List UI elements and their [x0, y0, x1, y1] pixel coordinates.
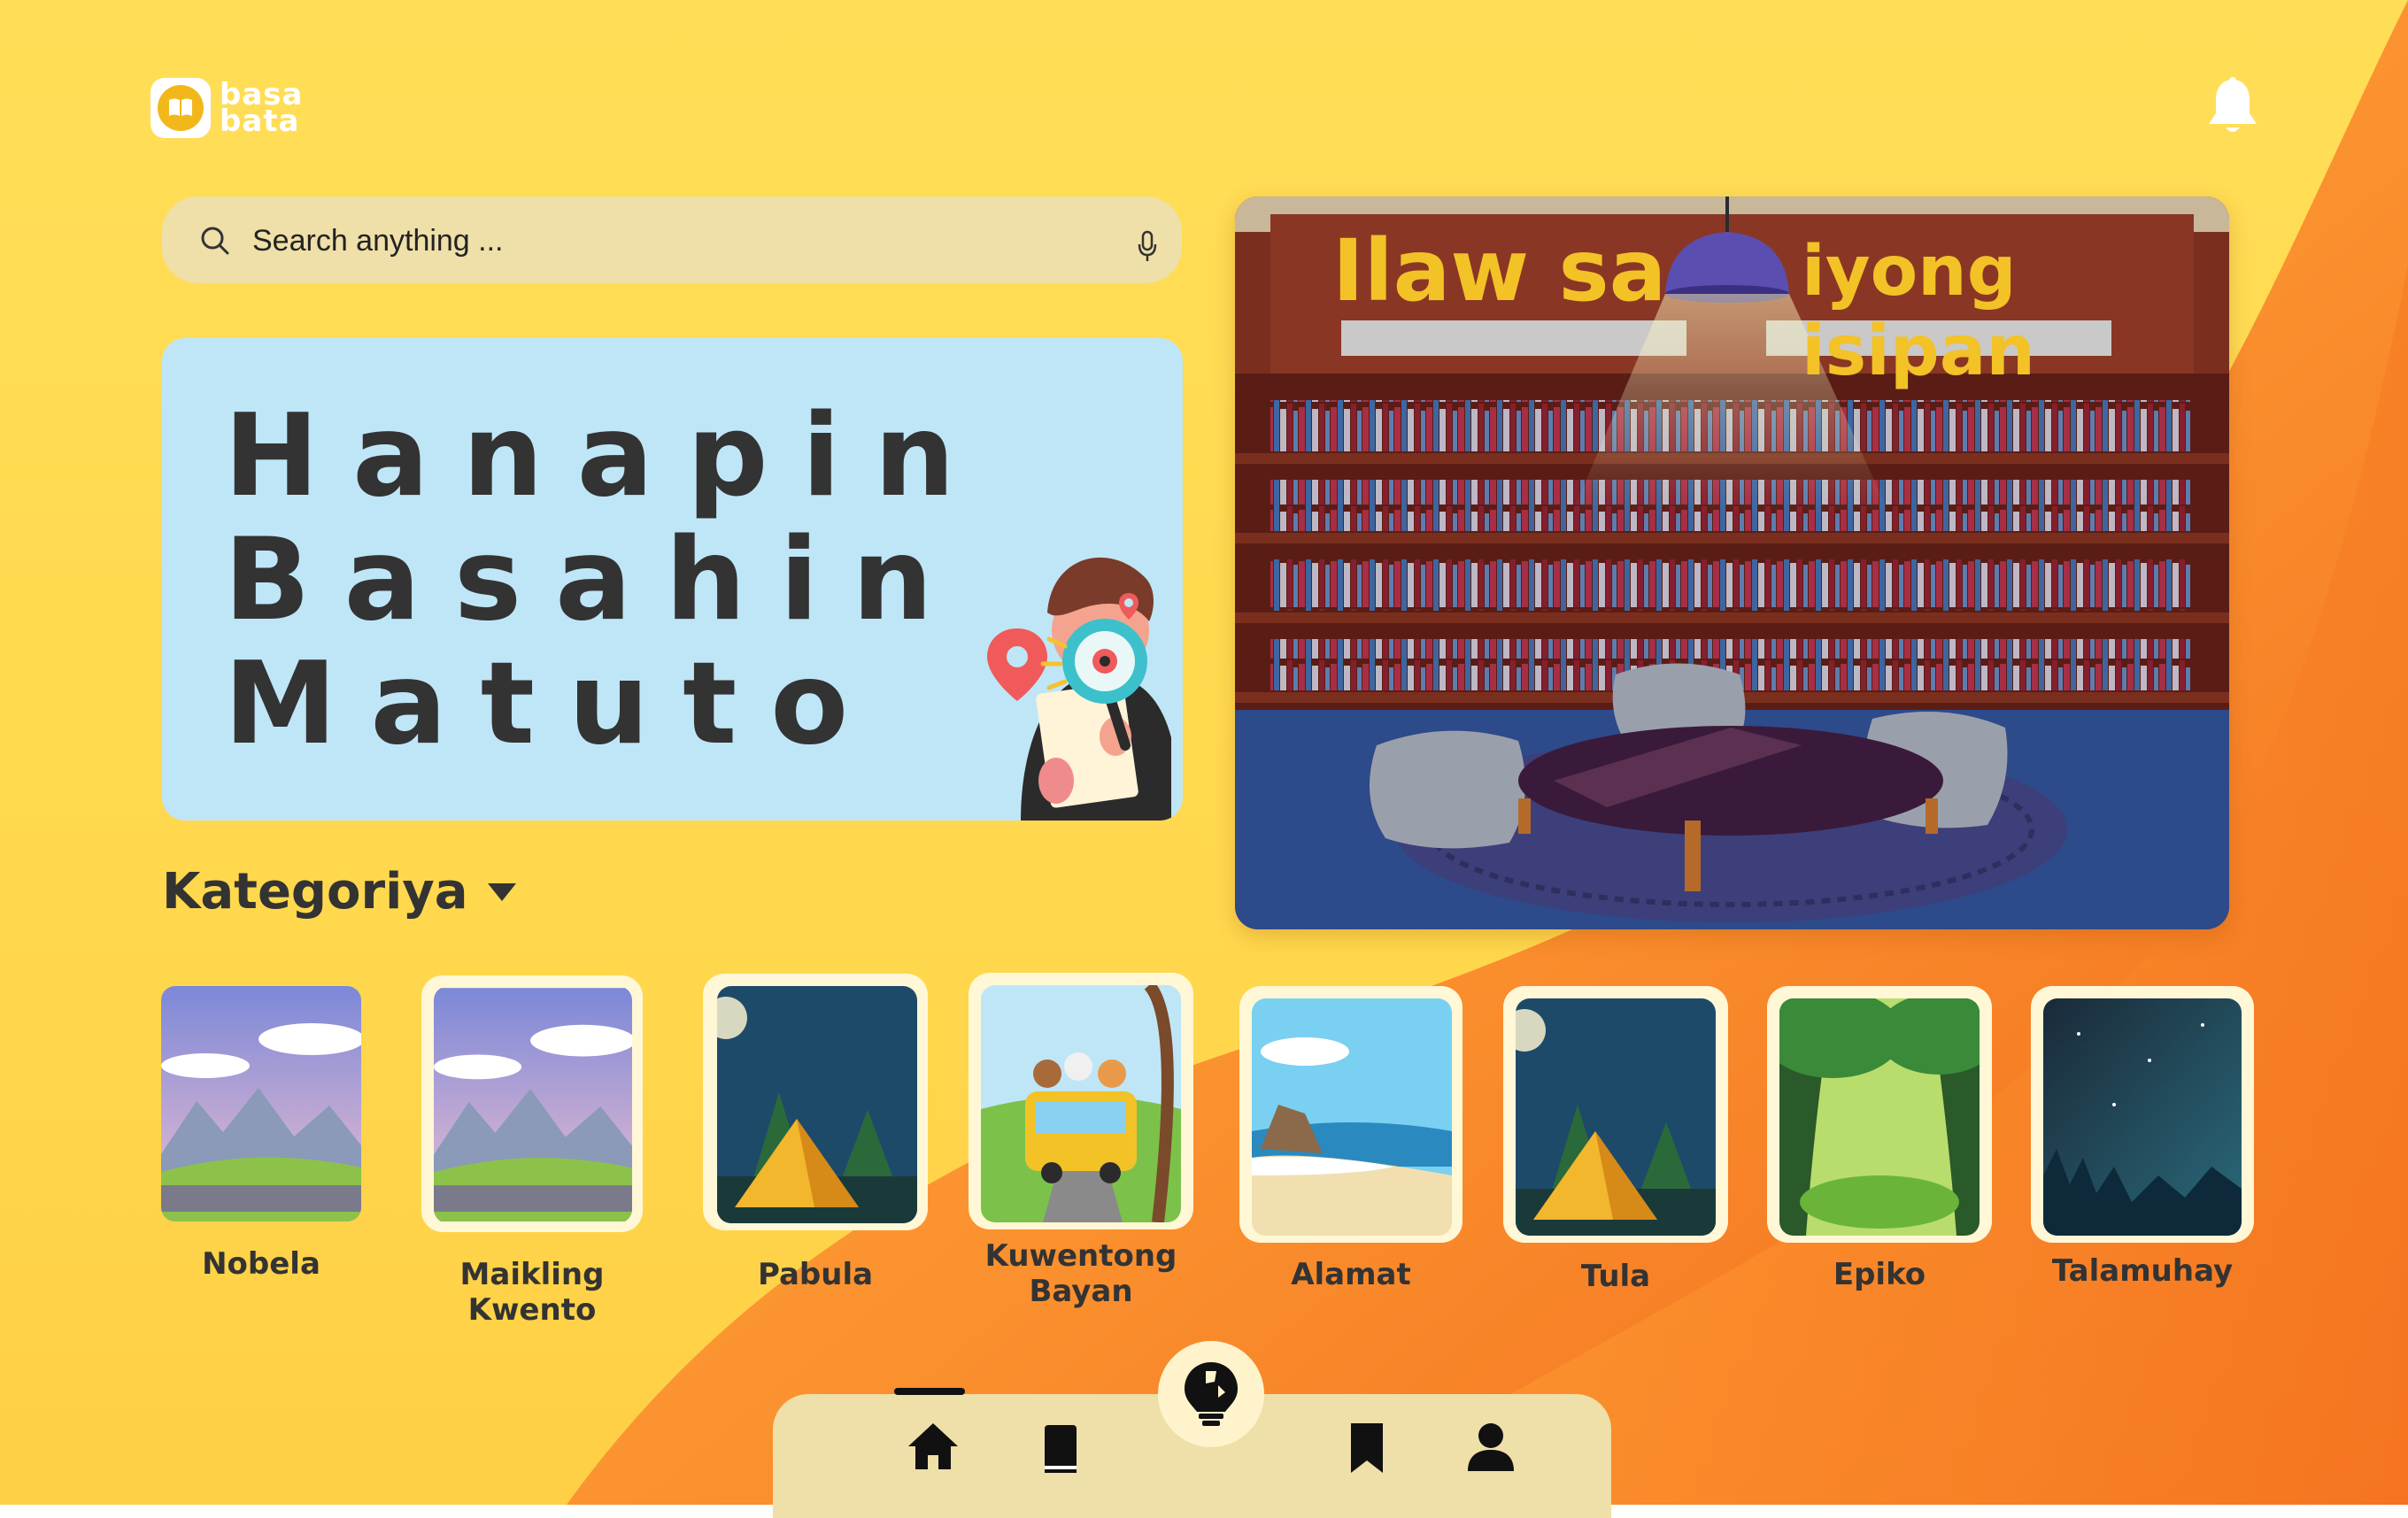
microphone-icon[interactable]: [1135, 228, 1160, 264]
category-dropdown[interactable]: Kategoriya: [162, 863, 518, 921]
reader-with-magnifier-illustration: [987, 557, 1171, 821]
banner-title-right: iyong isipan: [1802, 232, 2035, 391]
category-label: Epiko: [1833, 1257, 1926, 1292]
category-card-nobela[interactable]: Nobela: [161, 986, 361, 1282]
category-card-epiko[interactable]: Epiko: [1767, 986, 1992, 1314]
category-card-maikling-kwento[interactable]: Maikling Kwento: [421, 975, 643, 1328]
small-location-pin-icon: [1119, 593, 1138, 620]
lightbulb-icon: [1185, 1362, 1238, 1426]
camping-scene-thumbnail: [1516, 998, 1716, 1236]
search-bar[interactable]: [162, 196, 1182, 283]
category-card-tula[interactable]: Tula: [1503, 986, 1728, 1314]
animal-bus-scene-thumbnail: [981, 985, 1181, 1222]
category-title: Kategoriya: [162, 863, 468, 921]
search-input[interactable]: [251, 214, 1104, 267]
category-card-pabula[interactable]: Pabula: [703, 974, 928, 1301]
mountain-scene-thumbnail: [434, 986, 632, 1223]
hero-line-3: Matuto: [224, 638, 883, 770]
category-label: Tula: [1580, 1259, 1651, 1294]
caret-down-icon: [487, 882, 516, 901]
category-card-kuwentong-bayan[interactable]: Kuwentong Bayan: [969, 973, 1193, 1318]
banner-title-left: Ilaw sa: [1332, 221, 1667, 320]
camping-scene-thumbnail: [717, 986, 917, 1223]
category-card-alamat[interactable]: Alamat: [1239, 986, 1463, 1314]
hero-line-1: Hanapin: [224, 390, 989, 522]
hero-card: Hanapin Basahin Matuto: [162, 338, 1183, 821]
book-logo-icon: [150, 78, 211, 138]
logo-text-bottom: bata: [220, 104, 300, 139]
search-icon: [201, 227, 229, 255]
lightbulb-button[interactable]: [1158, 1341, 1264, 1447]
library-banner[interactable]: Ilaw sa iyong isipan: [1235, 196, 2229, 929]
category-label: Nobela: [202, 1246, 320, 1282]
home-icon[interactable]: [905, 1418, 961, 1475]
category-label: Talamuhay: [2051, 1253, 2234, 1289]
bell-icon[interactable]: [2204, 76, 2261, 138]
category-label: Maikling Kwento: [459, 1257, 605, 1328]
category-label: Pabula: [757, 1257, 874, 1292]
location-pin-icon: [987, 628, 1047, 701]
bookmark-icon[interactable]: [1339, 1420, 1395, 1476]
category-label: Alamat: [1291, 1257, 1411, 1292]
category-label: Kuwentong Bayan: [984, 1238, 1177, 1309]
mountain-scene-thumbnail: [161, 986, 361, 1221]
app-logo[interactable]: basa bata: [150, 76, 303, 140]
night-sky-scene-thumbnail: [2043, 998, 2242, 1236]
book-icon[interactable]: [1032, 1420, 1089, 1476]
beach-scene-thumbnail: [1252, 998, 1452, 1236]
active-tab-indicator: [894, 1388, 965, 1395]
forest-scene-thumbnail: [1779, 998, 1980, 1236]
user-icon[interactable]: [1463, 1418, 1519, 1475]
category-card-talamuhay[interactable]: Talamuhay: [2031, 986, 2254, 1314]
